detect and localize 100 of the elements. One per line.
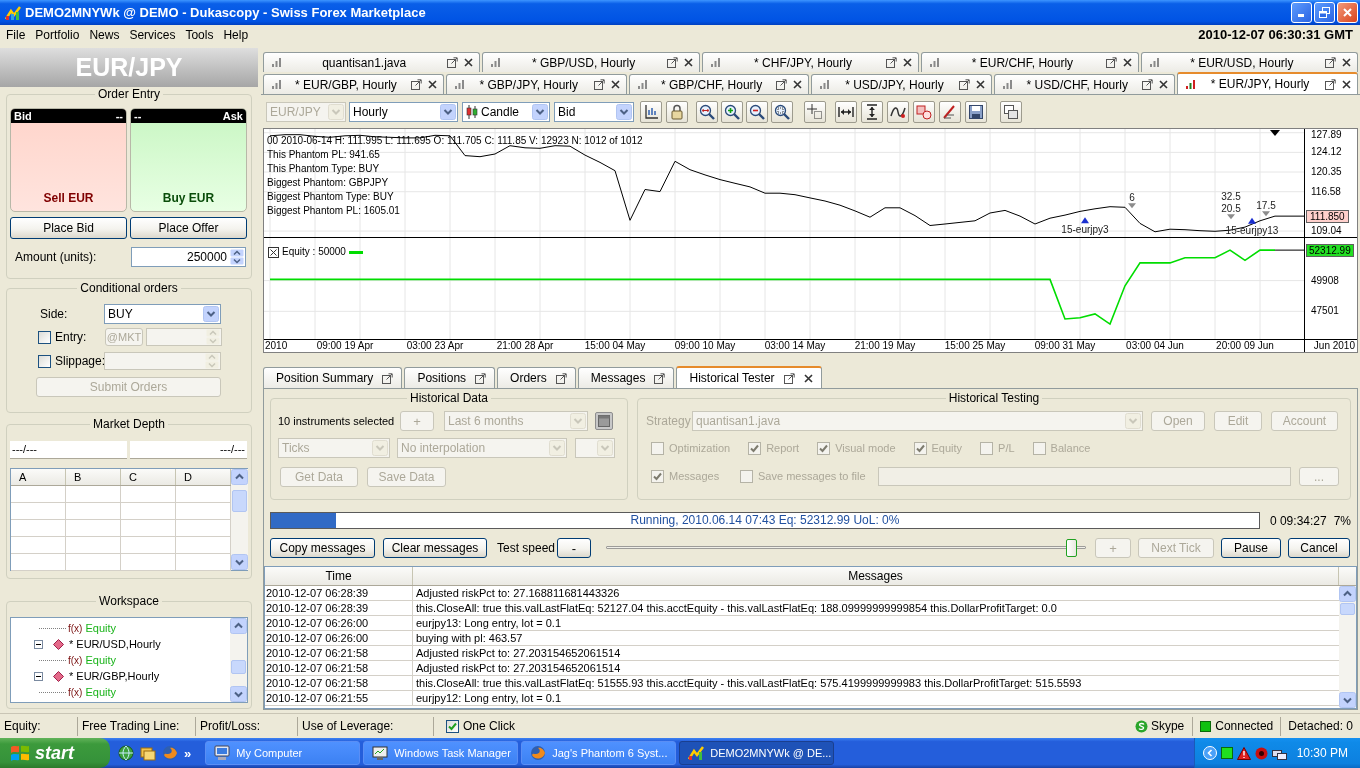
detach-icon[interactable] — [555, 372, 567, 384]
panel-tab[interactable]: Messages — [577, 367, 675, 388]
drawing-tools-button[interactable] — [939, 100, 961, 123]
menu-item[interactable]: Services — [124, 26, 181, 44]
close-icon[interactable] — [683, 58, 693, 67]
panel-tab[interactable]: Positions — [404, 367, 496, 388]
detach-icon[interactable] — [1325, 57, 1337, 68]
detach-icon[interactable] — [382, 372, 394, 384]
checkbox[interactable] — [38, 354, 51, 368]
globe-fox-icon[interactable] — [162, 745, 178, 761]
menu-item[interactable]: File — [1, 26, 31, 44]
taskbar-button[interactable]: DEMO2MNYWk @ DE... — [679, 741, 835, 765]
side-select[interactable]: BUY — [104, 304, 221, 324]
minimize-button[interactable] — [1291, 2, 1312, 23]
chart-tab[interactable]: * GBP/JPY, Hourly — [445, 74, 627, 94]
menu-item[interactable]: News — [84, 26, 125, 44]
close-icon[interactable] — [1342, 58, 1352, 67]
minus-box-icon[interactable] — [34, 671, 43, 681]
checkbox[interactable] — [38, 330, 51, 344]
panel-tab[interactable]: Historical Tester — [676, 366, 822, 388]
close-icon[interactable] — [793, 80, 803, 89]
tree-item[interactable]: * EUR/USD,Hourly — [69, 635, 161, 653]
select-tool-button[interactable] — [804, 100, 826, 123]
tray-square-icon[interactable] — [1220, 747, 1233, 759]
panel-tab[interactable]: Position Summary — [263, 367, 403, 388]
chart-tab[interactable]: * EUR/GBP, Hourly — [263, 74, 444, 94]
zoom-in-button[interactable] — [721, 100, 743, 123]
bid-quote-panel[interactable]: Bid -- Sell EUR — [10, 108, 127, 212]
close-icon[interactable] — [464, 58, 474, 67]
detach-icon[interactable] — [1324, 78, 1336, 90]
close-icon[interactable] — [803, 373, 813, 383]
save-chart-button[interactable] — [965, 100, 987, 123]
horizontal-stretch-button[interactable] — [835, 100, 857, 123]
detach-icon[interactable] — [783, 372, 795, 384]
detach-icon[interactable] — [886, 57, 898, 68]
chart-tab[interactable]: * USD/CHF, Hourly — [994, 74, 1176, 94]
scroll-thumb[interactable] — [1340, 603, 1355, 615]
close-icon[interactable] — [976, 80, 986, 89]
detach-icon[interactable] — [1142, 79, 1154, 90]
scroll-thumb[interactable] — [231, 660, 246, 674]
vertical-stretch-button[interactable] — [861, 100, 883, 123]
scroll-thumb[interactable] — [232, 490, 247, 512]
slider-thumb[interactable] — [1065, 539, 1077, 557]
place-offer-button[interactable]: Place Offer — [130, 217, 247, 239]
speed-slider[interactable] — [606, 538, 1086, 558]
menu-item[interactable]: Help — [218, 26, 254, 44]
menu-item[interactable]: Portfolio — [30, 26, 85, 44]
checkbox[interactable] — [446, 719, 459, 733]
chart-tab[interactable]: * GBP/USD, Hourly — [482, 52, 700, 72]
axis-button[interactable] — [640, 100, 662, 123]
close-icon[interactable] — [1122, 58, 1132, 67]
more-items-chevron[interactable]: » — [184, 746, 192, 760]
spinner-arrows-icon[interactable] — [230, 249, 244, 265]
close-icon[interactable] — [903, 58, 913, 67]
price-side-select[interactable]: Bid — [554, 101, 634, 122]
close-icon[interactable] — [1341, 79, 1351, 89]
chart-tab[interactable]: * USD/JPY, Hourly — [811, 74, 993, 94]
vertical-scrollbar[interactable] — [231, 469, 248, 570]
lock-button[interactable] — [666, 100, 688, 123]
close-box-icon[interactable] — [268, 246, 279, 258]
warning-icon[interactable] — [1236, 746, 1251, 760]
detach-icon[interactable] — [593, 79, 605, 90]
chart-tab[interactable]: * EUR/JPY, Hourly — [1177, 72, 1358, 94]
chart-type-select[interactable]: Candle — [462, 101, 550, 122]
detach-icon[interactable] — [410, 79, 422, 90]
globe-icon[interactable] — [118, 745, 134, 761]
period-select[interactable]: Hourly — [349, 101, 458, 122]
slower-button[interactable]: - — [557, 538, 591, 558]
amount-field[interactable]: 250000 — [131, 247, 246, 267]
detach-icon[interactable] — [666, 57, 678, 68]
detach-icon[interactable] — [475, 372, 487, 384]
restore-button[interactable] — [1314, 2, 1335, 23]
chart-tab[interactable]: * EUR/USD, Hourly — [1140, 52, 1359, 72]
detach-icon[interactable] — [1105, 57, 1117, 68]
close-icon[interactable] — [1159, 80, 1169, 89]
vertical-scrollbar[interactable] — [1339, 586, 1356, 708]
window-layout-button[interactable] — [1000, 100, 1022, 123]
panel-tab[interactable]: Orders — [497, 367, 576, 388]
detach-icon[interactable] — [959, 79, 971, 90]
chart-tab[interactable]: * EUR/CHF, Hourly — [921, 52, 1139, 72]
shapes-button[interactable] — [913, 100, 935, 123]
clear-messages-button[interactable]: Clear messages — [383, 538, 487, 558]
record-disc-icon[interactable] — [1254, 746, 1268, 760]
chart-tab[interactable]: * GBP/CHF, Hourly — [628, 74, 810, 94]
chart-tab[interactable]: quantisan1.java — [263, 52, 481, 72]
copy-messages-button[interactable]: Copy messages — [270, 538, 375, 558]
close-icon[interactable] — [610, 80, 620, 89]
detach-icon[interactable] — [654, 372, 666, 384]
indicator-button[interactable] — [887, 100, 909, 123]
detach-icon[interactable] — [447, 57, 459, 68]
cancel-button[interactable]: Cancel — [1288, 538, 1350, 558]
start-button[interactable]: start — [0, 738, 110, 768]
chart-tab[interactable]: * CHF/JPY, Hourly — [701, 52, 920, 72]
tree-item[interactable]: * EUR/GBP,Hourly — [69, 667, 160, 685]
zoom-area-button[interactable] — [771, 100, 793, 123]
place-bid-button[interactable]: Place Bid — [10, 217, 127, 239]
pause-button[interactable]: Pause — [1221, 538, 1281, 558]
ask-quote-panel[interactable]: -- Ask Buy EUR — [130, 108, 247, 212]
menu-item[interactable]: Tools — [180, 26, 219, 44]
folders-icon[interactable] — [140, 745, 156, 761]
